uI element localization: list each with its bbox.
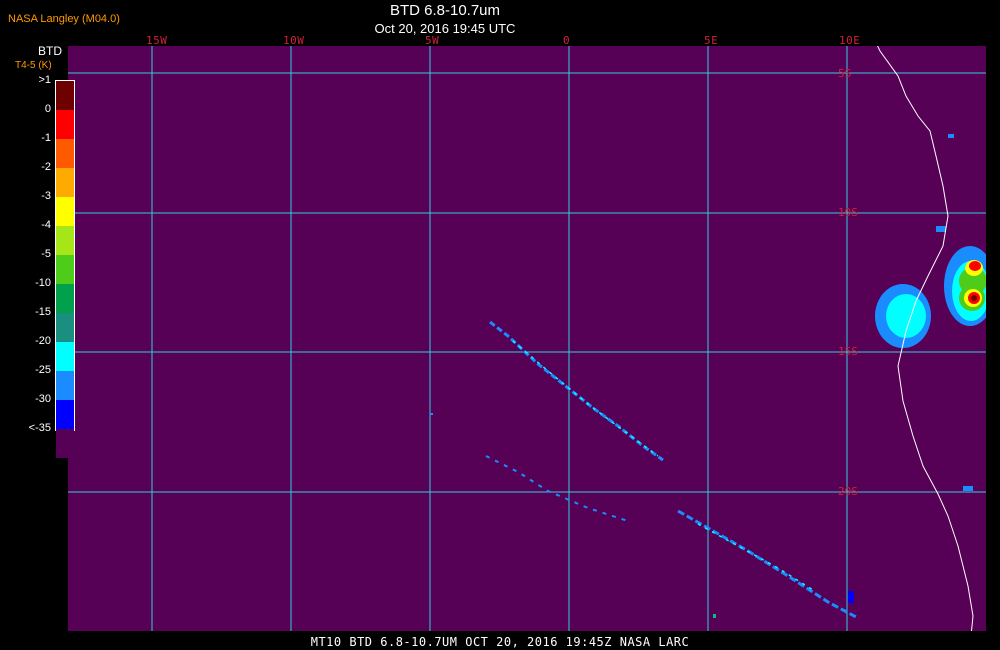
lat-label-10s: 10S [838, 206, 858, 219]
lat-label-20s: 20S [838, 485, 858, 498]
cloud-streak-upper [489, 320, 664, 462]
convective-cluster [875, 134, 986, 491]
lon-label-10w: 10W [283, 34, 305, 47]
cloud-streaks [430, 320, 859, 620]
legend-tick-label: 0 [44, 103, 51, 115]
cloud-speck [948, 134, 954, 138]
lat-label-15s: 15S [838, 345, 858, 358]
legend-swatch [56, 110, 74, 139]
cloud-speck [430, 413, 433, 415]
legend-tick-label: -2 [41, 161, 51, 173]
cloud-speck [713, 614, 716, 618]
legend-title: BTD [38, 44, 62, 58]
legend-tick-label: -1 [41, 132, 51, 144]
lat-label-5s: 5S [838, 67, 852, 80]
legend-swatch [56, 429, 74, 458]
cloud-streak-southeast [677, 509, 859, 620]
cloud-speck [848, 591, 854, 603]
legend-tick-label: -15 [35, 306, 51, 318]
lon-label-5w: 5W [425, 34, 440, 47]
cloud-streak-lower [485, 455, 629, 522]
lon-label-10e: 10E [839, 34, 861, 47]
lon-label-0: 0 [563, 34, 571, 47]
legend-swatch [56, 371, 74, 400]
legend-swatch [56, 139, 74, 168]
legend-tick-label: -5 [41, 248, 51, 260]
lon-label-5e: 5E [704, 34, 719, 47]
map-title: BTD 6.8-10.7um [389, 2, 501, 19]
footer-caption: MT10 BTD 6.8-10.7UM OCT 20, 2016 19:45Z … [310, 635, 690, 649]
legend-swatch [56, 81, 74, 110]
legend-swatch [56, 226, 74, 255]
legend-swatch [56, 168, 74, 197]
cloud-streak-upper-core [512, 340, 659, 457]
legend-tick-label: -20 [35, 335, 51, 347]
legend-tick-label: -25 [35, 364, 51, 376]
legend-swatch [56, 255, 74, 284]
legend-tick-label: -3 [41, 190, 51, 202]
legend-tick-label: -4 [41, 219, 51, 231]
legend-swatch [56, 284, 74, 313]
lon-label-15w: 15W [146, 34, 168, 47]
map-canvas[interactable] [68, 46, 986, 631]
cloud-speck [936, 226, 946, 232]
graticule [68, 46, 986, 631]
legend-swatch [56, 400, 74, 429]
legend-swatch [56, 197, 74, 226]
legend-subtitle: T4-5 (K) [15, 60, 52, 71]
map-datetime: Oct 20, 2016 19:45 UTC [374, 21, 516, 36]
legend-tick-label: -30 [35, 393, 51, 405]
cloud-speck [963, 486, 973, 491]
legend-tick-label: >1 [38, 74, 51, 86]
convection-east-red [969, 261, 981, 271]
legend-tick-label: <-35 [28, 422, 51, 434]
legend-tick-label: -10 [35, 277, 51, 289]
map-graphics [68, 46, 986, 631]
legend-swatch [56, 342, 74, 371]
legend-swatch [56, 313, 74, 342]
convection-south-core [971, 295, 977, 301]
color-legend [55, 80, 75, 458]
